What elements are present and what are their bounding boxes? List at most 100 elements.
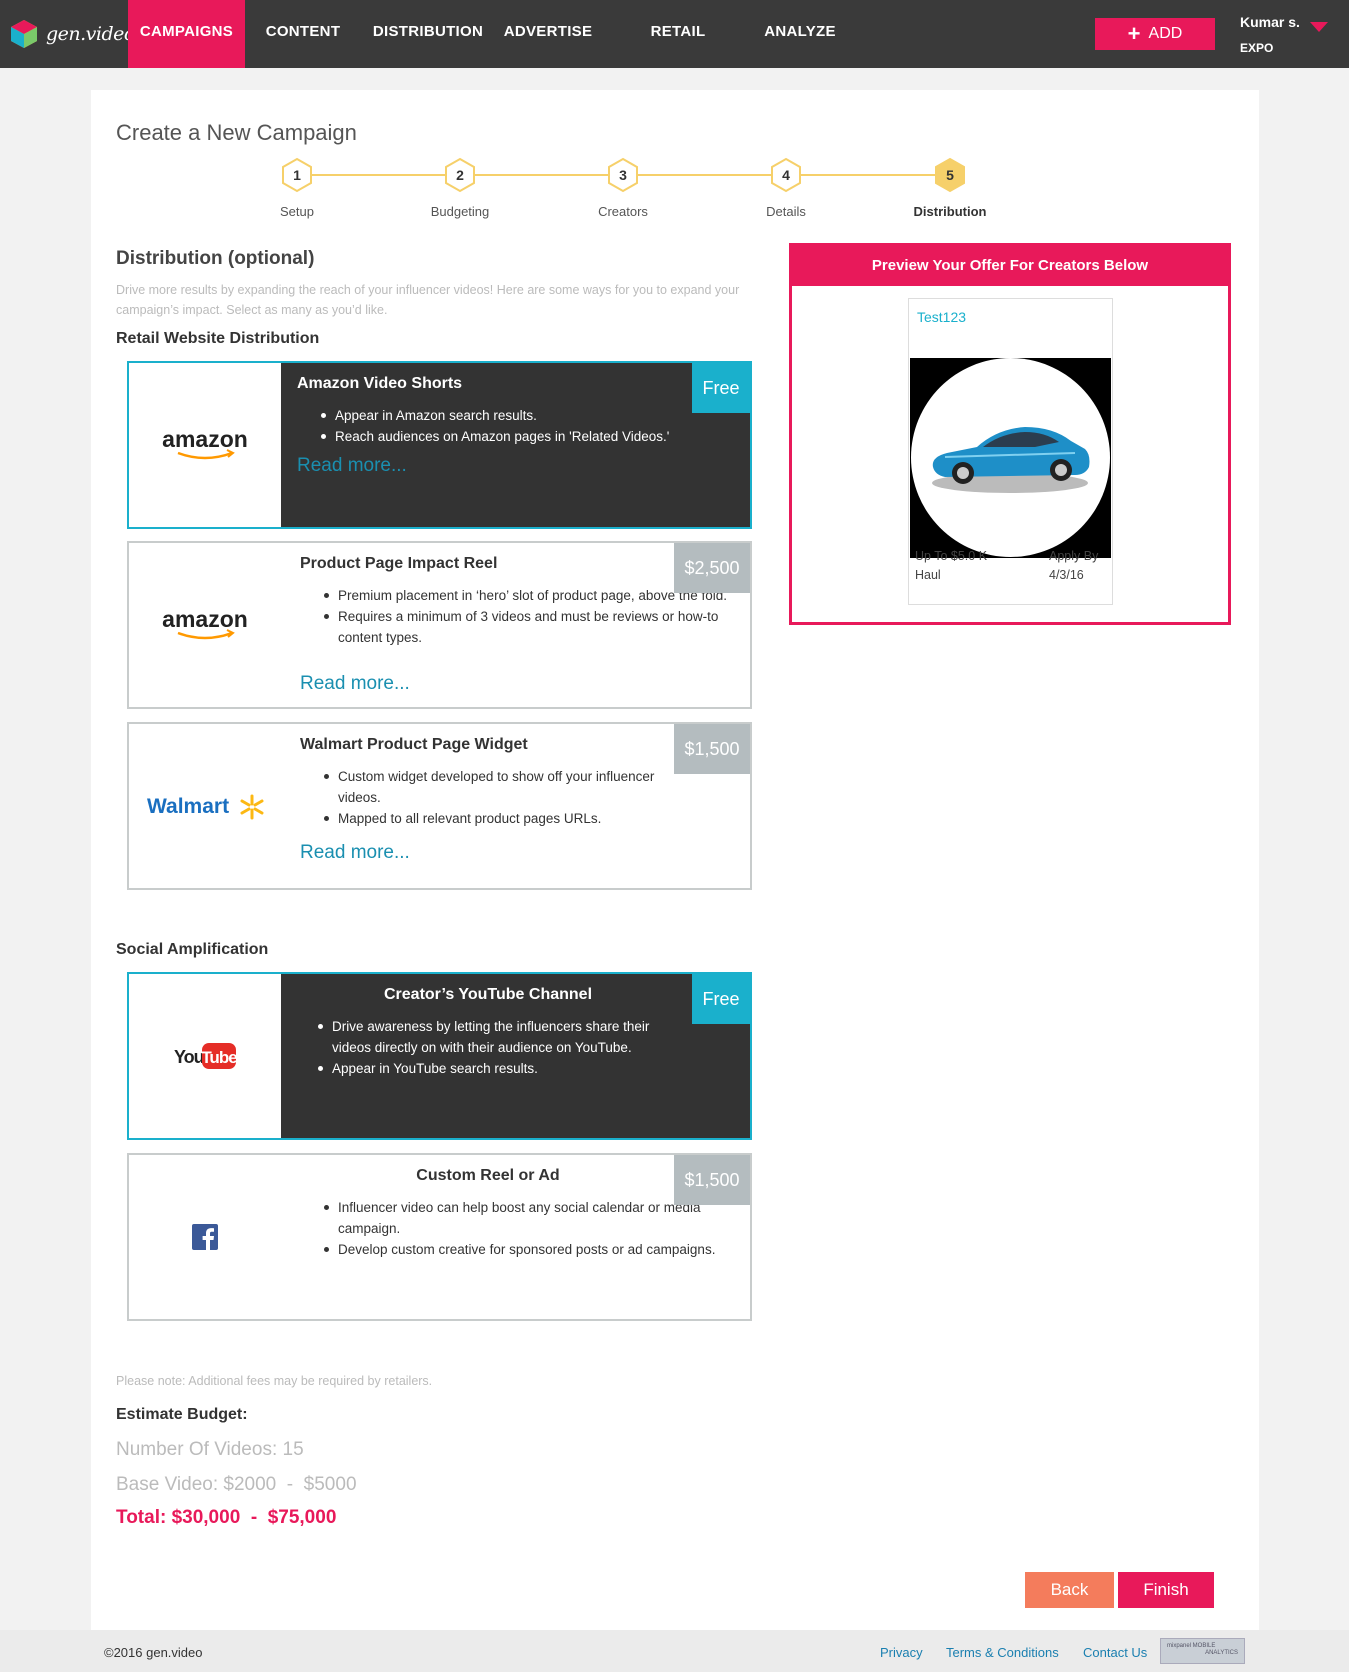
nav-retail[interactable]: RETAIL bbox=[628, 0, 728, 68]
step-label-details: Details bbox=[766, 204, 806, 219]
price-badge: $1,500 bbox=[674, 724, 750, 774]
nav-campaigns[interactable]: CAMPAIGNS bbox=[128, 0, 245, 68]
bullet: Reach audiences on Amazon pages in 'Rela… bbox=[321, 426, 731, 447]
svg-text:Tube: Tube bbox=[201, 1048, 237, 1067]
price-badge: $2,500 bbox=[674, 543, 750, 593]
mixpanel-badge[interactable]: mixpanel MOBILE ANALYTICS bbox=[1160, 1638, 1245, 1664]
bullet: Drive awareness by letting the influence… bbox=[318, 1016, 663, 1058]
step-4[interactable]: 4 bbox=[768, 157, 804, 193]
badge-line: ANALYTICS bbox=[1205, 1650, 1238, 1656]
card-bullets: Influencer video can help boost any soci… bbox=[324, 1197, 724, 1260]
option-product-page-impact-reel[interactable]: amazon Product Page Impact Reel Premium … bbox=[127, 541, 752, 709]
step-1[interactable]: 1 bbox=[279, 157, 315, 193]
page-title: Create a New Campaign bbox=[116, 120, 357, 145]
step-label-distribution: Distribution bbox=[913, 204, 987, 219]
youtube-logo: You Tube bbox=[129, 974, 281, 1138]
card-bullets: Drive awareness by letting the influence… bbox=[318, 1016, 663, 1079]
svg-text:Walmart: Walmart bbox=[147, 795, 229, 818]
plus-icon: + bbox=[1127, 21, 1141, 46]
walmart-logo: Walmart bbox=[129, 724, 281, 888]
step-5-current[interactable]: 5 bbox=[932, 157, 968, 193]
base-video-range: Base Video: $2000 - $5000 bbox=[116, 1474, 357, 1495]
step-2[interactable]: 2 bbox=[442, 157, 478, 193]
step-number: 5 bbox=[946, 167, 954, 183]
step-number: 1 bbox=[293, 167, 301, 183]
gen-video-logo[interactable]: gen.video bbox=[8, 18, 135, 50]
card-body: Amazon Video Shorts Appear in Amazon sea… bbox=[281, 363, 750, 527]
social-heading: Social Amplification bbox=[116, 941, 269, 958]
offer-type: Haul bbox=[915, 568, 941, 582]
nav-advertise[interactable]: ADVERTISE bbox=[498, 0, 598, 68]
estimate-budget-title: Estimate Budget: bbox=[116, 1406, 248, 1423]
bullet: Mapped to all relevant product pages URL… bbox=[324, 808, 669, 829]
user-menu-caret-icon[interactable] bbox=[1310, 22, 1328, 32]
finish-button[interactable]: Finish bbox=[1118, 1572, 1214, 1608]
option-walmart-widget[interactable]: Walmart Walmart Product Page Widget Cust… bbox=[127, 722, 752, 890]
amazon-logo: amazon bbox=[129, 363, 281, 527]
bullet: Develop custom creative for sponsored po… bbox=[324, 1239, 724, 1260]
user-organization: EXPO bbox=[1240, 41, 1274, 55]
card-bullets: Custom widget developed to show off your… bbox=[324, 766, 669, 829]
read-more-link[interactable]: Read more... bbox=[300, 842, 410, 864]
privacy-link[interactable]: Privacy bbox=[880, 1645, 923, 1660]
step-3[interactable]: 3 bbox=[605, 157, 641, 193]
offer-amount: Up To $5.0 K bbox=[915, 549, 988, 563]
user-name[interactable]: Kumar s. bbox=[1240, 14, 1300, 30]
card-title: Walmart Product Page Widget bbox=[300, 736, 528, 753]
back-button[interactable]: Back bbox=[1025, 1572, 1114, 1608]
option-custom-reel-or-ad[interactable]: Custom Reel or Ad Influencer video can h… bbox=[127, 1153, 752, 1321]
step-number: 4 bbox=[782, 167, 790, 183]
card-title: Product Page Impact Reel bbox=[300, 555, 498, 572]
card-title: Amazon Video Shorts bbox=[297, 375, 463, 392]
price-badge: $1,500 bbox=[674, 1155, 750, 1205]
step-number: 3 bbox=[619, 167, 627, 183]
option-youtube-channel[interactable]: You Tube Creator’s YouTube Channel Drive… bbox=[127, 972, 752, 1140]
add-button-label: ADD bbox=[1148, 25, 1183, 42]
step-label-setup: Setup bbox=[280, 204, 314, 219]
read-more-link[interactable]: Read more... bbox=[297, 455, 407, 477]
nav-distribution[interactable]: DISTRIBUTION bbox=[368, 0, 488, 68]
card-bullets: Appear in Amazon search results. Reach a… bbox=[321, 405, 731, 447]
price-badge: Free bbox=[692, 363, 750, 413]
bullet: Requires a minimum of 3 videos and must … bbox=[324, 606, 734, 648]
card-bullets: Premium placement in ‘hero’ slot of prod… bbox=[324, 585, 734, 648]
bullet: Custom widget developed to show off your… bbox=[324, 766, 669, 808]
svg-text:amazon: amazon bbox=[162, 427, 248, 452]
budget-total: Total: $30,000 - $75,000 bbox=[116, 1507, 337, 1528]
preview-header: Preview Your Offer For Creators Below bbox=[792, 246, 1228, 286]
offer-apply-date: 4/3/16 bbox=[1049, 568, 1084, 582]
bullet: Appear in Amazon search results. bbox=[321, 405, 731, 426]
copyright: ©2016 gen.video bbox=[104, 1645, 203, 1660]
offer-preview-panel: Preview Your Offer For Creators Below Te… bbox=[789, 243, 1231, 625]
number-of-videos: Number Of Videos: 15 bbox=[116, 1439, 304, 1460]
logo-hexagon-icon bbox=[8, 18, 40, 50]
bullet: Appear in YouTube search results. bbox=[318, 1058, 663, 1079]
step-number: 2 bbox=[456, 167, 464, 183]
top-nav-bar: gen.video CAMPAIGNS CONTENT DISTRIBUTION… bbox=[0, 0, 1349, 68]
offer-name: Test123 bbox=[917, 309, 967, 325]
add-button[interactable]: + ADD bbox=[1095, 18, 1215, 50]
option-amazon-video-shorts[interactable]: amazon Amazon Video Shorts Appear in Ama… bbox=[127, 361, 752, 529]
terms-link[interactable]: Terms & Conditions bbox=[946, 1645, 1059, 1660]
bullet: Influencer video can help boost any soci… bbox=[324, 1197, 724, 1239]
bullet: Premium placement in ‘hero’ slot of prod… bbox=[324, 585, 734, 606]
offer-image bbox=[910, 358, 1111, 558]
badge-line: mixpanel MOBILE bbox=[1167, 1643, 1216, 1649]
nav-content[interactable]: CONTENT bbox=[255, 0, 351, 68]
step-label-creators: Creators bbox=[598, 204, 648, 219]
nav-analyze[interactable]: ANALYZE bbox=[750, 0, 850, 68]
retail-heading: Retail Website Distribution bbox=[116, 330, 320, 347]
contact-link[interactable]: Contact Us bbox=[1083, 1645, 1147, 1660]
offer-card[interactable]: Test123 Up To $5.0 K Apply By Haul 4/3/1… bbox=[908, 298, 1113, 605]
svg-text:amazon: amazon bbox=[162, 607, 248, 632]
read-more-link[interactable]: Read more... bbox=[300, 673, 410, 695]
price-badge: Free bbox=[692, 974, 750, 1024]
svg-text:You: You bbox=[174, 1047, 204, 1067]
distribution-intro: Drive more results by expanding the reac… bbox=[116, 283, 740, 317]
card-body: Creator’s YouTube Channel Drive awarenes… bbox=[281, 974, 750, 1138]
car-image bbox=[932, 427, 1090, 493]
amazon-logo: amazon bbox=[129, 543, 281, 707]
retailer-fee-note: Please note: Additional fees may be requ… bbox=[116, 1374, 433, 1388]
offer-apply-label: Apply By bbox=[1049, 549, 1099, 563]
distribution-title: Distribution (optional) bbox=[116, 248, 315, 269]
